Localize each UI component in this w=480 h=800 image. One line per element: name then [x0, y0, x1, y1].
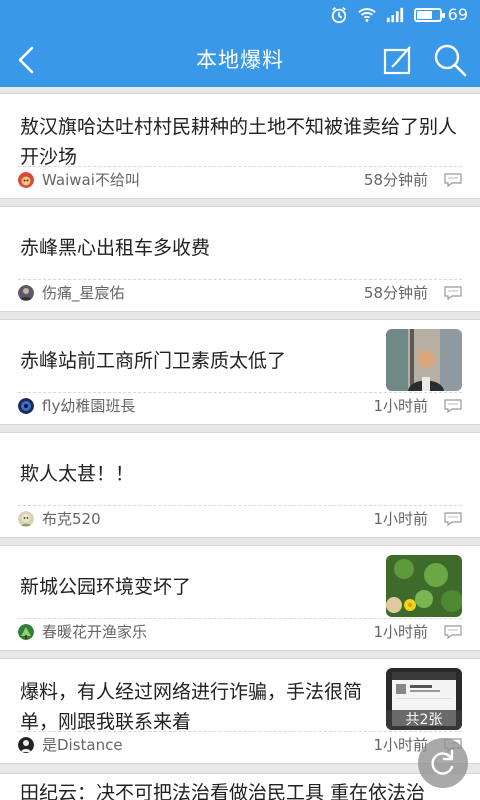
post-title[interactable]: 欺人太甚！！ [20, 459, 460, 489]
post-time: 58分钟前 [363, 284, 428, 302]
post-meta: fly幼稚園班長 1小时前 [18, 392, 462, 418]
author-name[interactable]: fly幼稚園班長 [42, 395, 373, 416]
author-name[interactable]: 伤痛_星宸佑 [42, 282, 364, 303]
post-meta: 春暖花开渔家乐 1小时前 [18, 618, 462, 644]
post-meta: 是Distance 1小时前 [18, 731, 462, 757]
post-title[interactable]: 敖汉旗哈达吐村村民耕种的土地不知被谁卖给了别人开沙场 [20, 112, 460, 172]
list-item[interactable]: 赤峰黑心出租车多收费 伤痛_星宸佑 58分钟前 [0, 206, 480, 312]
post-time: 1小时前 [373, 623, 428, 641]
post-title[interactable]: 田纪云：决不可把法治看做治民工具 重在依法治 [20, 778, 425, 800]
post-title[interactable]: 新城公园环境变坏了 [20, 572, 380, 602]
post-title[interactable]: 赤峰黑心出租车多收费 [20, 233, 460, 263]
list-item[interactable]: 欺人太甚！！ 布克520 1小时前 [0, 432, 480, 538]
post-meta: Waiwai不给叫 58分钟前 [18, 166, 462, 192]
signal-icon [386, 7, 403, 22]
list-item[interactable]: 新城公园环境变坏了 春暖花开渔家乐 1小时前 [0, 545, 480, 651]
list-item[interactable]: 敖汉旗哈达吐村村民耕种的土地不知被谁卖给了别人开沙场 Waiwai不给叫 58分… [0, 93, 480, 199]
post-thumbnail[interactable] [386, 329, 462, 391]
post-title[interactable]: 爆料，有人经过网络进行诈骗，手法很简单，刚跟我联系来着 [20, 677, 380, 737]
list-item[interactable]: 赤峰站前工商所门卫素质太低了 fly幼稚園班長 1小时前 [0, 319, 480, 425]
post-meta: 伤痛_星宸佑 58分钟前 [18, 279, 462, 305]
battery-indicator: 69 [413, 5, 468, 24]
battery-level: 69 [447, 5, 468, 24]
post-time: 58分钟前 [363, 171, 428, 189]
post-time: 1小时前 [373, 397, 428, 415]
author-name[interactable]: 是Distance [42, 734, 373, 755]
avatar[interactable] [18, 397, 34, 414]
comment-icon[interactable] [444, 285, 462, 300]
post-title[interactable]: 赤峰站前工商所门卫素质太低了 [20, 346, 380, 376]
avatar[interactable] [18, 736, 34, 753]
avatar[interactable] [18, 510, 34, 527]
refresh-button[interactable] [418, 738, 468, 788]
alarm-icon [331, 6, 346, 23]
status-bar: 69 [0, 0, 480, 32]
avatar[interactable] [18, 171, 34, 188]
list-item[interactable]: 田纪云：决不可把法治看做治民工具 重在依法治 [0, 773, 480, 800]
post-thumbnail[interactable]: 共2张 [386, 668, 462, 730]
avatar[interactable] [18, 623, 34, 640]
post-thumbnail[interactable] [386, 555, 462, 617]
author-name[interactable]: 春暖花开渔家乐 [42, 621, 373, 642]
refresh-icon [431, 749, 454, 775]
author-name[interactable]: Waiwai不给叫 [42, 169, 364, 190]
comment-icon[interactable] [444, 511, 462, 526]
post-meta: 布克520 1小时前 [18, 505, 462, 531]
news-feed[interactable]: 敖汉旗哈达吐村村民耕种的土地不知被谁卖给了别人开沙场 Waiwai不给叫 58分… [0, 87, 480, 800]
image-count-badge: 共2张 [386, 710, 462, 730]
app-bar: 本地爆料 [0, 32, 480, 87]
author-name[interactable]: 布克520 [42, 508, 373, 529]
comment-icon[interactable] [444, 172, 462, 187]
compose-icon[interactable] [378, 40, 418, 80]
battery-fill [416, 10, 432, 19]
list-item[interactable]: 爆料，有人经过网络进行诈骗，手法很简单，刚跟我联系来着 共2张 是Distanc… [0, 658, 480, 764]
search-icon[interactable] [430, 40, 470, 80]
avatar[interactable] [18, 284, 34, 301]
battery-icon [413, 7, 445, 22]
comment-icon[interactable] [444, 398, 462, 413]
comment-icon[interactable] [444, 624, 462, 639]
post-time: 1小时前 [373, 510, 428, 528]
wifi-icon [357, 7, 376, 22]
